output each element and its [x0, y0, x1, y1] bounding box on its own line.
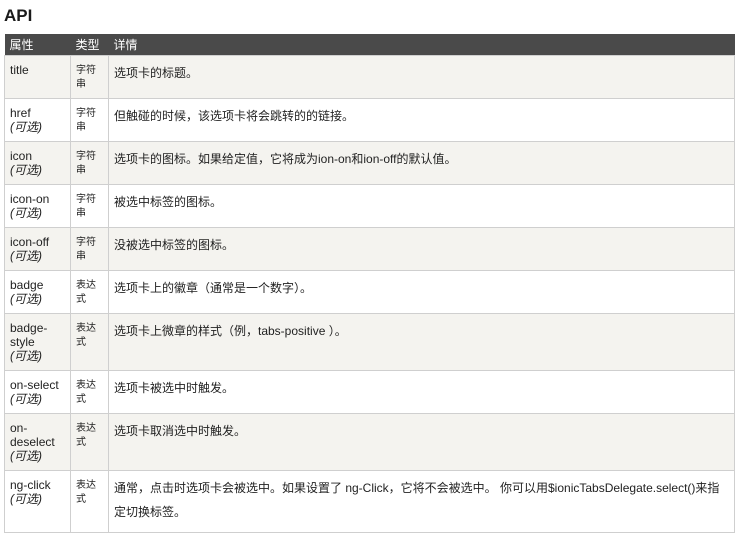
table-row: on-deselect (可选) 表达式选项卡取消选中时触发。	[4, 413, 735, 471]
table-row: badge-style (可选) 表达式选项卡上微章的样式（例，tabs-posit…	[4, 313, 735, 371]
type-cell: 字符串	[70, 184, 109, 228]
detail-text: 选项卡上的徽章（通常是一个数字）。	[114, 281, 313, 295]
table-row: href (可选) 字符串但触碰的时候，该选项卡将会跳转的的链接。	[4, 98, 735, 142]
attribute-name: icon-off	[10, 235, 50, 249]
table-row: icon-on (可选) 字符串被选中标签的图标。	[4, 184, 735, 228]
detail-text: 通常，点击时选项卡会被选中。如果设置了 ng-Click，它将不会被选中。 你可…	[114, 481, 720, 519]
optional-label: (可选)	[10, 349, 42, 363]
attribute-cell: title	[4, 55, 71, 99]
optional-label: (可选)	[10, 392, 42, 406]
table-row: on-select (可选) 表达式选项卡被选中时触发。	[4, 370, 735, 414]
table-body: title 字符串选项卡的标题。 href (可选) 字符串但触碰的时候，该选项卡将会跳…	[4, 55, 735, 533]
attribute-name: badge-style	[10, 321, 48, 349]
type-cell: 表达式	[70, 413, 109, 471]
api-table: 属性 类型 详情 title 字符串选项卡的标题。 href (可选) 字符串但触碰的时…	[4, 34, 735, 533]
detail-cell: 选项卡取消选中时触发。	[108, 413, 735, 471]
attribute-name: title	[10, 63, 29, 77]
type-cell: 字符串	[70, 141, 109, 185]
page: API 属性 类型 详情 title 字符串选项卡的标题。 href (可选) 字符串但…	[0, 0, 739, 540]
attribute-name: icon-on	[10, 192, 50, 206]
attribute-name: ng-click	[10, 478, 51, 492]
type-cell: 表达式	[70, 313, 109, 371]
column-header-type: 类型	[70, 34, 109, 56]
type-cell: 表达式	[70, 370, 109, 414]
type-cell: 字符串	[70, 227, 109, 271]
optional-label: (可选)	[10, 449, 42, 463]
detail-cell: 通常，点击时选项卡会被选中。如果设置了 ng-Click，它将不会被选中。 你可…	[108, 470, 735, 533]
table-row: title 字符串选项卡的标题。	[4, 55, 735, 99]
detail-text: 选项卡的标题。	[114, 66, 199, 80]
detail-text: 选项卡上微章的样式（例，tabs-positive ）。	[114, 324, 347, 338]
attribute-cell: on-deselect (可选)	[4, 413, 71, 471]
attribute-cell: icon-off (可选)	[4, 227, 71, 271]
attribute-name: href	[10, 106, 31, 120]
detail-cell: 被选中标签的图标。	[108, 184, 735, 228]
page-title: API	[4, 6, 33, 25]
detail-cell: 选项卡上的徽章（通常是一个数字）。	[108, 270, 735, 314]
table-row: icon (可选) 字符串选项卡的图标。如果给定值，它将成为ion-on和ion-o…	[4, 141, 735, 185]
detail-text: 选项卡的图标。如果给定值，它将成为ion-on和ion-off的默认值。	[114, 152, 457, 166]
detail-cell: 选项卡被选中时触发。	[108, 370, 735, 414]
attribute-name: on-select	[10, 378, 59, 392]
detail-cell: 选项卡的图标。如果给定值，它将成为ion-on和ion-off的默认值。	[108, 141, 735, 185]
optional-label: (可选)	[10, 163, 42, 177]
attribute-cell: icon-on (可选)	[4, 184, 71, 228]
attribute-name: icon	[10, 149, 33, 163]
table-row: ng-click (可选) 表达式通常，点击时选项卡会被选中。如果设置了 ng-Cl…	[4, 470, 735, 533]
optional-label: (可选)	[10, 492, 42, 506]
detail-cell: 选项卡上微章的样式（例，tabs-positive ）。	[108, 313, 735, 371]
type-cell: 表达式	[70, 470, 109, 533]
detail-text: 没被选中标签的图标。	[114, 238, 235, 252]
optional-label: (可选)	[10, 206, 42, 220]
attribute-cell: href (可选)	[4, 98, 71, 142]
table-header: 属性 类型 详情	[4, 34, 735, 56]
detail-text: 选项卡被选中时触发。	[114, 381, 235, 395]
optional-label: (可选)	[10, 292, 42, 306]
optional-label: (可选)	[10, 249, 42, 263]
detail-text: 被选中标签的图标。	[114, 195, 223, 209]
attribute-name: on-deselect	[10, 421, 55, 449]
attribute-name: badge	[10, 278, 44, 292]
attribute-cell: icon (可选)	[4, 141, 71, 185]
type-cell: 字符串	[70, 55, 109, 99]
type-cell: 字符串	[70, 98, 109, 142]
detail-text: 但触碰的时候，该选项卡将会跳转的的链接。	[114, 109, 355, 123]
table-row: badge (可选) 表达式选项卡上的徽章（通常是一个数字）。	[4, 270, 735, 314]
optional-label: (可选)	[10, 120, 42, 134]
column-header-attribute: 属性	[4, 34, 71, 56]
attribute-cell: badge-style (可选)	[4, 313, 71, 371]
attribute-cell: badge (可选)	[4, 270, 71, 314]
detail-cell: 但触碰的时候，该选项卡将会跳转的的链接。	[108, 98, 735, 142]
column-header-detail: 详情	[108, 34, 735, 56]
type-cell: 表达式	[70, 270, 109, 314]
attribute-cell: ng-click (可选)	[4, 470, 71, 533]
detail-cell: 没被选中标签的图标。	[108, 227, 735, 271]
detail-cell: 选项卡的标题。	[108, 55, 735, 99]
attribute-cell: on-select (可选)	[4, 370, 71, 414]
detail-text: 选项卡取消选中时触发。	[114, 424, 247, 438]
table-row: icon-off (可选) 字符串没被选中标签的图标。	[4, 227, 735, 271]
